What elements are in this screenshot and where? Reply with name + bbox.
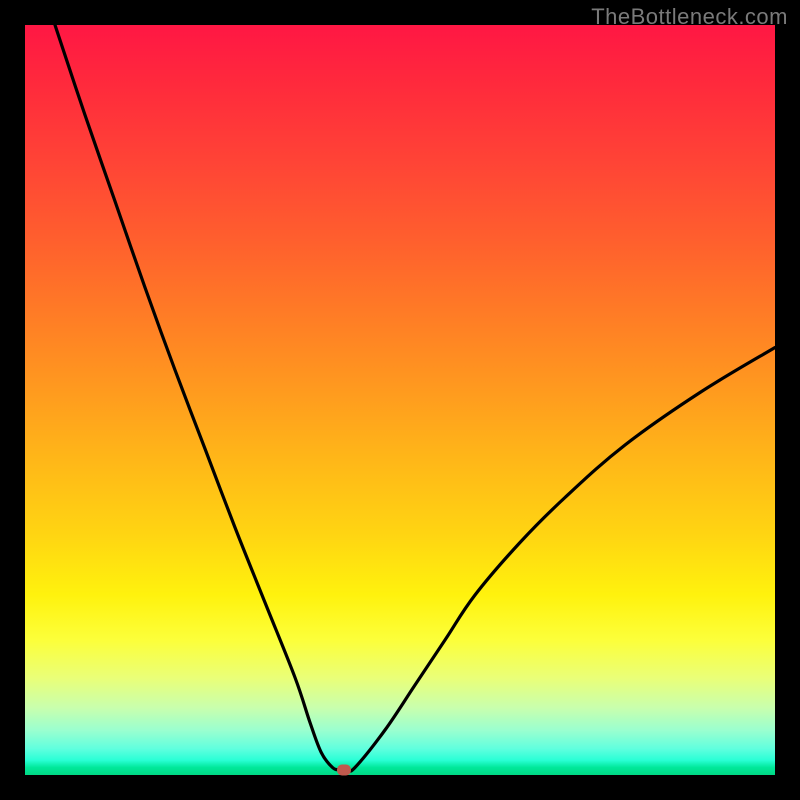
watermark-text: TheBottleneck.com <box>591 4 788 30</box>
bottleneck-curve <box>25 25 775 775</box>
optimum-marker <box>337 764 351 775</box>
chart-plot-area <box>25 25 775 775</box>
